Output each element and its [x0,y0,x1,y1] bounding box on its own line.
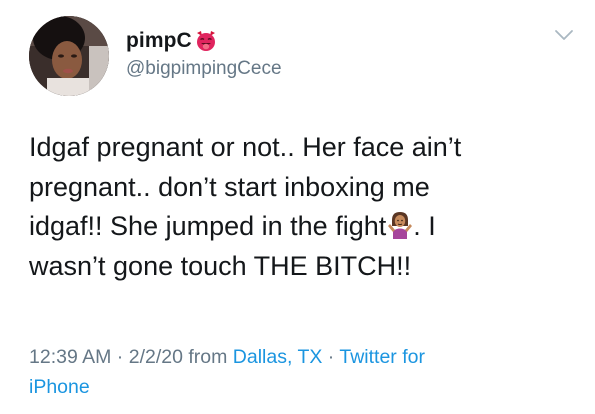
tweet-line: pregnant.. don’t start inboxing me [29,171,430,202]
tweet-date[interactable]: 2/2/20 [129,346,183,368]
tongue-face-emoji-icon [195,30,217,52]
meta-separator: · [322,346,340,368]
tweet-meta: 12:39 AM · 2/2/20 from Dallas, TX · Twit… [29,342,569,402]
tweet-card: pimpC @bigpimpingCece Idgaf pregnant or … [0,0,595,414]
location-link[interactable]: Dallas, TX [233,346,323,368]
meta-separator: · [111,346,129,368]
from-label: from [182,346,233,368]
tweet-line: wasn’t gone touch THE BITCH!! [29,250,412,281]
tweet-line: idgaf!! She jumped in the fight . I [29,207,574,247]
display-name-row: pimpC [126,28,217,54]
tweet-line: Idgaf pregnant or not.. Her face ain’t [29,132,462,162]
tweet-line-part: . I [413,211,436,241]
tweet-line-part: idgaf!! She jumped in the fight [29,211,387,241]
display-name[interactable]: pimpC [126,29,192,53]
tweet-time[interactable]: 12:39 AM [29,346,111,368]
chevron-down-icon[interactable] [553,28,575,42]
tweet-text: Idgaf pregnant or not.. Her face ain’t p… [29,128,574,286]
source-link[interactable]: Twitter for [339,346,425,368]
avatar[interactable] [29,16,109,96]
source-link-continued[interactable]: iPhone [29,376,90,398]
user-handle[interactable]: @bigpimpingCece [126,58,282,80]
shrugging-woman-emoji-icon [387,211,413,239]
